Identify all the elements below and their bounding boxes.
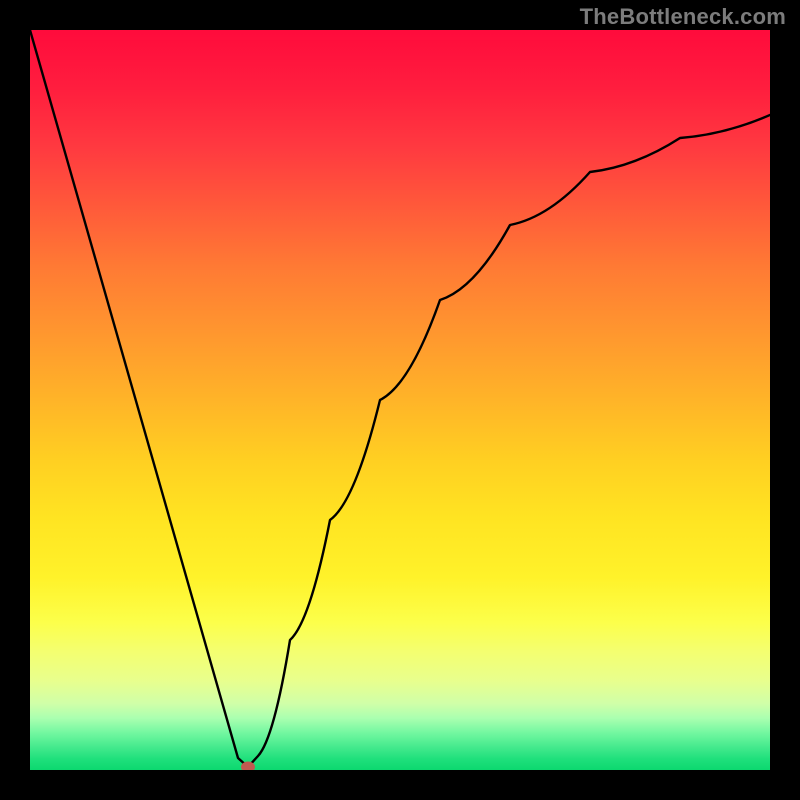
bottleneck-curve bbox=[30, 30, 770, 770]
watermark-text: TheBottleneck.com bbox=[580, 4, 786, 30]
vertex-marker bbox=[241, 762, 255, 771]
curve-path bbox=[30, 30, 770, 767]
outer-frame: TheBottleneck.com bbox=[0, 0, 800, 800]
plot-area bbox=[30, 30, 770, 770]
